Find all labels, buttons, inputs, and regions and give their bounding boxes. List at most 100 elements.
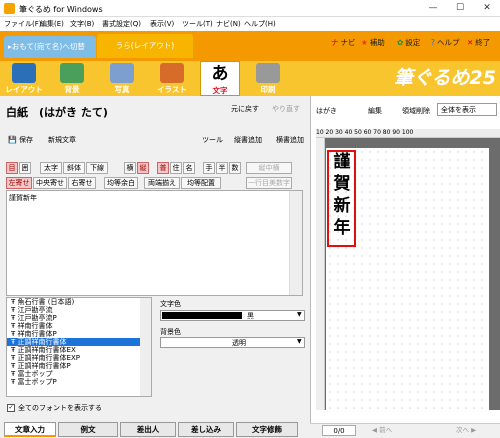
- font-item[interactable]: Ŧ 正調祥南行書体EXP: [7, 354, 151, 362]
- tab-text-input[interactable]: 文章入力: [4, 422, 56, 437]
- vertical-add-button[interactable]: 縦書追加: [234, 135, 262, 145]
- minimize-button[interactable]: —: [420, 0, 446, 17]
- fmt-half[interactable]: 半: [216, 162, 228, 174]
- horizontal-add-button[interactable]: 横書追加: [276, 135, 304, 145]
- text-input[interactable]: 謹賀新年: [6, 190, 303, 296]
- print-tool[interactable]: 印刷: [248, 61, 288, 96]
- font-item[interactable]: Ŧ 祥南行書体: [7, 322, 151, 330]
- font-item[interactable]: Ŧ 正調祥南行書体P: [7, 362, 151, 370]
- font-item-selected[interactable]: Ŧ 正調祥南行書体: [7, 338, 151, 346]
- font-item[interactable]: Ŧ 江戸勘亭流P: [7, 314, 151, 322]
- close-button[interactable]: ✕: [474, 0, 500, 17]
- equal-margin-button[interactable]: 均等余白: [104, 177, 138, 189]
- font-item[interactable]: Ŧ 富士ポップ: [7, 370, 151, 378]
- tab-sender[interactable]: 差出人: [120, 422, 176, 437]
- photo-tool[interactable]: 写真: [102, 61, 142, 96]
- vertical-ruler: [316, 138, 325, 410]
- maximize-button[interactable]: ☐: [447, 0, 473, 17]
- front-side-tab[interactable]: ▸おもて(宛て名)へ切替: [4, 36, 96, 58]
- background-tool[interactable]: 背景: [52, 61, 92, 96]
- tab-mail-merge[interactable]: 差し込み: [178, 422, 234, 437]
- chevron-down-icon[interactable]: ▼: [297, 338, 302, 345]
- fmt-italic[interactable]: 斜体: [63, 162, 85, 174]
- font-item[interactable]: Ŧ 富士ポップP: [7, 378, 151, 386]
- text-color-swatch: [162, 312, 242, 319]
- card-title: 白紙 (はがき たて): [6, 106, 108, 119]
- new-text-button[interactable]: 新規文章: [48, 135, 76, 145]
- fmt-address[interactable]: 住: [170, 162, 182, 174]
- fmt-underline[interactable]: 下線: [86, 162, 108, 174]
- gear-icon: ✿: [397, 38, 404, 47]
- title-bar: 筆ぐるめ for Windows — ☐ ✕: [0, 0, 500, 17]
- postcard-label: はがき: [316, 107, 337, 115]
- fmt-tate-chu-yoko[interactable]: 縦中横: [246, 162, 292, 174]
- menu-edit[interactable]: 編集(E): [40, 19, 64, 29]
- menu-help[interactable]: ヘルプ(H): [244, 19, 276, 29]
- edit-button[interactable]: 編集: [368, 106, 382, 116]
- justify-button[interactable]: 両端揃え: [144, 177, 180, 189]
- font-item[interactable]: Ŧ 江戸勘亭流: [7, 306, 151, 314]
- menu-file[interactable]: ファイル(F): [4, 19, 42, 29]
- view-select[interactable]: 全体を表示: [437, 103, 497, 116]
- fmt-normal[interactable]: 普: [157, 162, 169, 174]
- align-left-button[interactable]: 左寄せ: [6, 177, 32, 189]
- undo-button[interactable]: 元に戻す: [231, 104, 259, 114]
- align-center-button[interactable]: 中央寄せ: [33, 177, 67, 189]
- text-a-icon: あ: [211, 64, 229, 84]
- delete-area-button[interactable]: 領域削除: [402, 106, 430, 116]
- show-all-fonts-checkbox[interactable]: ✓: [7, 404, 15, 412]
- help-button[interactable]: ? ヘルプ: [431, 37, 459, 48]
- font-list[interactable]: Ŧ 魚石行書 (日本語) Ŧ 江戸勘亭流 Ŧ 江戸勘亭流P Ŧ 祥南行書体 Ŧ …: [6, 297, 152, 397]
- redo-button[interactable]: やり直す: [272, 104, 300, 114]
- fmt-eye[interactable]: 目: [6, 162, 18, 174]
- menu-tools[interactable]: ツール(T): [182, 19, 213, 29]
- fmt-name[interactable]: 名: [183, 162, 195, 174]
- bg-color-label: 背景色: [160, 328, 181, 336]
- text-color-value: 黒: [247, 312, 254, 320]
- assist-button[interactable]: ★ 補助: [361, 37, 385, 48]
- text-scrollbar[interactable]: [289, 191, 302, 295]
- help-icon: ?: [431, 38, 435, 47]
- exit-button[interactable]: ✕ 終了: [467, 37, 490, 48]
- save-icon: 💾: [8, 136, 19, 144]
- horizontal-ruler: 10 20 30 40 50 60 70 80 90 100: [316, 129, 500, 138]
- tab-examples[interactable]: 例文: [58, 422, 118, 437]
- font-item[interactable]: Ŧ 正調祥南行書体EX: [7, 346, 151, 354]
- font-item[interactable]: Ŧ 祥南行書体P: [7, 330, 151, 338]
- next-page-button[interactable]: 次へ ▶: [456, 425, 476, 436]
- menu-navi[interactable]: ナビ(N): [216, 19, 241, 29]
- navi-button[interactable]: ナナビ: [331, 37, 356, 48]
- fmt-vertical[interactable]: 縦: [137, 162, 149, 174]
- navi-icon: ナ: [331, 38, 339, 47]
- show-all-fonts-label: 全てのフォントを表示する: [18, 404, 102, 412]
- align-right-button[interactable]: 右寄せ: [68, 177, 96, 189]
- bg-color-value: 透明: [232, 339, 246, 347]
- fmt-hand[interactable]: 手: [203, 162, 215, 174]
- text-color-label: 文字色: [160, 300, 181, 308]
- fmt-number[interactable]: 数: [229, 162, 241, 174]
- font-item[interactable]: Ŧ 魚石行書 (日本語): [7, 298, 151, 306]
- font-list-scrollbar[interactable]: [140, 298, 151, 396]
- brand-logo: 筆ぐるめ25: [393, 67, 496, 89]
- menu-view[interactable]: 表示(V): [150, 19, 174, 29]
- menu-text[interactable]: 文字(B): [70, 19, 94, 29]
- fmt-box[interactable]: 囲: [19, 162, 31, 174]
- chevron-down-icon[interactable]: ▼: [297, 311, 302, 318]
- prev-page-button[interactable]: ◀ 前へ: [372, 425, 392, 436]
- illustration-tool[interactable]: イラスト: [152, 61, 192, 96]
- close-icon: ✕: [467, 38, 474, 47]
- back-side-tab[interactable]: うら(レイアウト): [97, 34, 193, 58]
- layout-tool[interactable]: レイアウト: [4, 61, 44, 96]
- text-tool[interactable]: あ文字: [200, 61, 240, 96]
- fmt-bold[interactable]: 太字: [40, 162, 62, 174]
- tools-dropdown[interactable]: ツール: [202, 135, 223, 145]
- fmt-horizontal[interactable]: 横: [124, 162, 136, 174]
- menu-bar: ファイル(F) 編集(E) 文字(B) 書式設定(Q) 表示(V) ツール(T)…: [0, 17, 500, 31]
- selection-box[interactable]: [327, 150, 356, 247]
- first-line-number-button[interactable]: 一行目美数字: [246, 177, 292, 189]
- settings-button[interactable]: ✿ 設定: [397, 37, 420, 48]
- save-button[interactable]: 💾 保存: [8, 135, 33, 145]
- menu-format[interactable]: 書式設定(Q): [102, 19, 141, 29]
- distribute-button[interactable]: 均等配置: [181, 177, 221, 189]
- tab-text-decoration[interactable]: 文字修飾: [236, 422, 298, 437]
